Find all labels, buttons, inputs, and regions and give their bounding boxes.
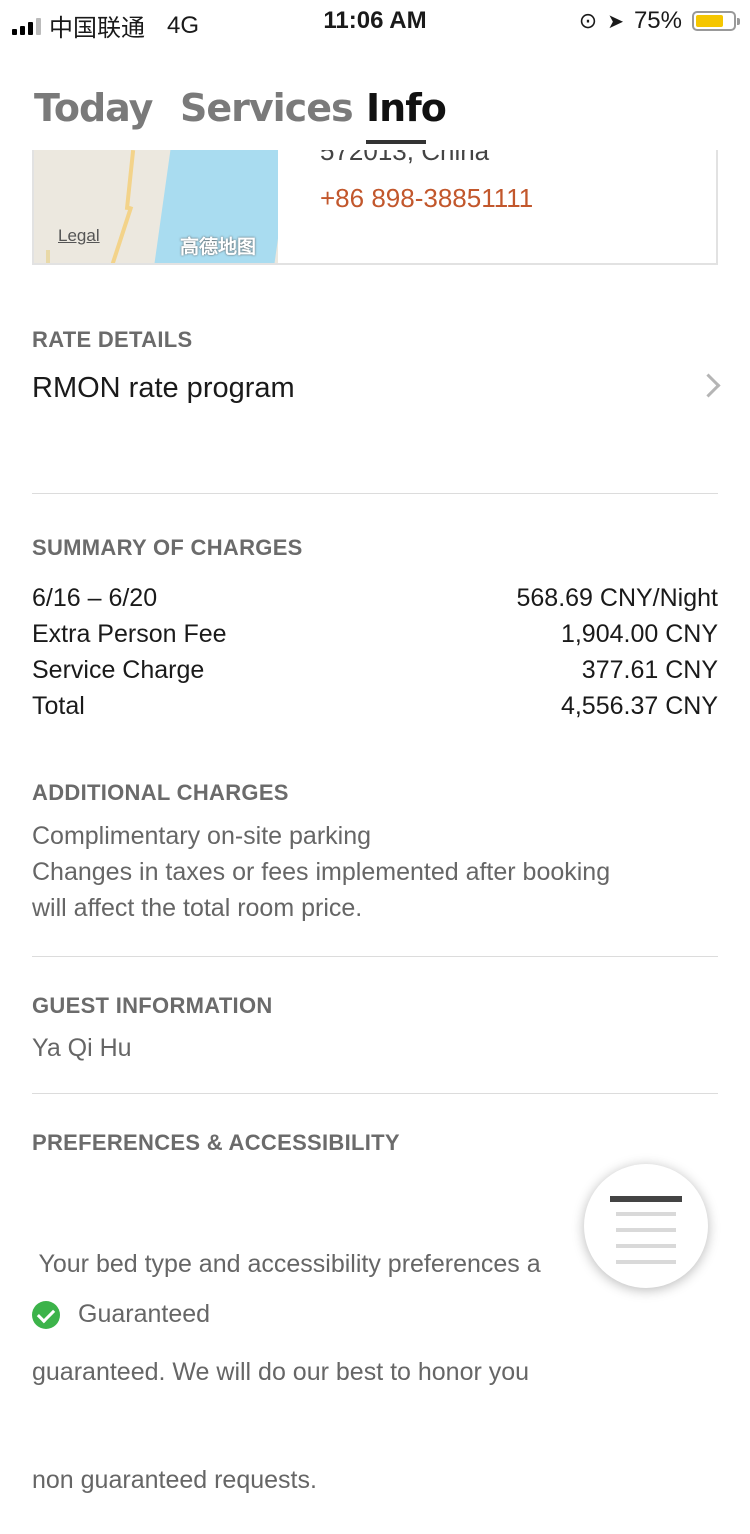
battery-fill xyxy=(696,15,723,27)
charge-label: 6/16 – 6/20 xyxy=(32,584,158,612)
summary-heading: SUMMARY OF CHARGES xyxy=(32,535,303,560)
hotel-address: 572013, China xyxy=(320,150,490,166)
charge-value: 4,556.37 CNY xyxy=(560,692,718,720)
tab-today[interactable]: Today xyxy=(34,86,153,130)
divider xyxy=(32,956,718,957)
status-right: ⊙ ➤ 75% xyxy=(578,7,740,35)
additional-line: Changes in taxes or fees implemented aft… xyxy=(32,858,611,886)
rate-details-heading: RATE DETAILS xyxy=(32,327,193,352)
charge-label: Extra Person Fee xyxy=(32,620,227,648)
map-legal-link[interactable]: Legal xyxy=(58,226,100,246)
divider xyxy=(32,493,718,494)
tab-bar: Today Services Info xyxy=(0,80,750,150)
preferences-line: non guaranteed requests. xyxy=(32,1466,317,1494)
battery-percent: 75% xyxy=(633,7,682,34)
hotel-location-card: Legal 高德地图 572013, China +86 898-3885111… xyxy=(32,150,718,265)
charge-label: Service Charge xyxy=(32,656,205,684)
guaranteed-label: Guaranteed xyxy=(78,1300,211,1328)
menu-line xyxy=(616,1228,676,1232)
menu-line xyxy=(616,1212,676,1216)
check-circle-icon xyxy=(32,1300,60,1329)
orientation-lock-icon: ⊙ xyxy=(578,8,598,33)
menu-line xyxy=(616,1244,676,1248)
charge-value: 1,904.00 CNY xyxy=(560,620,718,648)
charge-value: 568.69 CNY/Night xyxy=(516,584,718,612)
active-tab-indicator xyxy=(366,140,426,144)
menu-line xyxy=(616,1260,676,1264)
hotel-map[interactable]: Legal 高德地图 xyxy=(34,150,278,263)
map-road xyxy=(46,250,50,263)
charge-label: Total xyxy=(32,692,85,720)
preferences-line: guaranteed. We will do our best to honor… xyxy=(32,1358,530,1386)
status-bar: 中国联通 4G 11:06 AM ⊙ ➤ 75% xyxy=(0,0,750,42)
additional-charges-heading: ADDITIONAL CHARGES xyxy=(32,780,289,805)
chevron-right-icon[interactable] xyxy=(696,373,721,398)
charge-value: 377.61 CNY xyxy=(581,656,718,684)
guest-name: Ya Qi Hu xyxy=(32,1034,132,1062)
additional-line: Complimentary on-site parking xyxy=(32,822,372,850)
hotel-phone-link[interactable]: +86 898-38851111 xyxy=(320,183,533,214)
map-road xyxy=(124,150,136,211)
menu-icon xyxy=(610,1196,682,1202)
guaranteed-status: Guaranteed xyxy=(32,1300,210,1329)
battery-icon xyxy=(692,11,740,31)
map-provider-logo: 高德地图 xyxy=(180,237,257,258)
tab-info[interactable]: Info xyxy=(366,86,447,130)
additional-line: will affect the total room price. xyxy=(32,894,363,922)
rate-program[interactable]: RMON rate program xyxy=(32,372,295,405)
tab-services[interactable]: Services xyxy=(180,86,354,130)
guest-info-heading: GUEST INFORMATION xyxy=(32,993,273,1018)
location-arrow-icon: ➤ xyxy=(607,10,624,33)
map-road xyxy=(110,205,134,263)
divider xyxy=(32,1093,718,1094)
additional-charges-text: Complimentary on-site parking Changes in… xyxy=(32,818,712,926)
preferences-heading: PREFERENCES & ACCESSIBILITY xyxy=(32,1130,400,1155)
menu-fab-button[interactable] xyxy=(584,1164,708,1288)
